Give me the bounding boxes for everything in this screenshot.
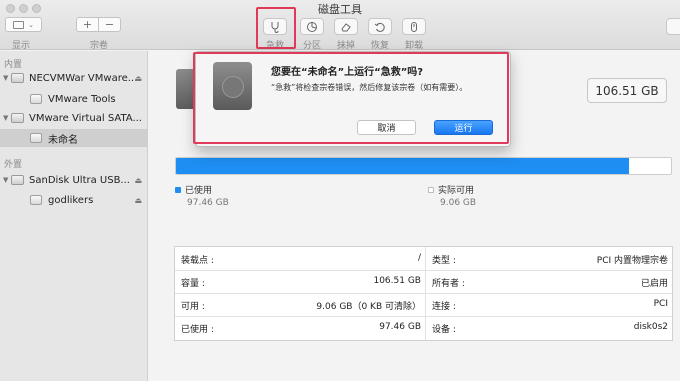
info-row-owners: 所有者 : 已启用: [426, 270, 672, 293]
unmount-icon: [411, 21, 417, 32]
disclosure-triangle-icon[interactable]: ▼: [3, 176, 11, 184]
usage-bar-used-fill: [176, 158, 629, 174]
display-toggle-button[interactable]: ⌄: [5, 17, 42, 32]
sidebar-item-label: VMware Tools: [48, 93, 116, 105]
available-legend: 实际可用: [428, 183, 474, 196]
window-title: 磁盘工具: [318, 3, 362, 16]
restore-icon: [374, 22, 385, 32]
available-legend-label: 实际可用: [438, 186, 475, 196]
info-value: /: [417, 253, 421, 263]
add-volume-button[interactable]: +: [76, 17, 99, 32]
info-key: 类型 :: [432, 256, 456, 266]
available-legend-value: 9.06 GB: [440, 198, 477, 208]
info-value: 9.06 GB（0 KB 可清除）: [316, 302, 421, 312]
used-legend-swatch: [175, 186, 181, 193]
info-key: 容量 :: [181, 279, 205, 289]
usage-bar: [175, 157, 672, 175]
eject-icon[interactable]: ⏏: [134, 74, 142, 83]
unmount-button[interactable]: [402, 18, 426, 35]
info-row-capacity: 容量 : 106.51 GB: [175, 270, 425, 293]
info-table: 装载点 : / 类型 : PCI 内置物理宗卷 容量 : 106.51 GB 所…: [174, 246, 673, 341]
sidebar-item-necvmwar-disk[interactable]: ▼ NECVMWar VMware... ⏏: [0, 69, 147, 87]
pie-chart-icon: [307, 21, 317, 32]
disk-icon: [11, 73, 24, 83]
dialog-message: “急救”将检查宗卷错误，然后修复该宗卷（如有需要）。: [271, 83, 468, 92]
sidebar-item-label: NECVMWar VMware...: [29, 72, 138, 84]
run-button[interactable]: 运行: [434, 120, 493, 135]
volume-icon: [30, 195, 42, 205]
info-value: 106.51 GB: [373, 276, 421, 286]
partition-label: 分区: [302, 41, 321, 51]
info-value: 97.46 GB: [379, 322, 421, 332]
eject-icon[interactable]: ⏏: [134, 196, 142, 205]
eject-icon[interactable]: ⏏: [134, 176, 142, 185]
capacity-box: 106.51 GB: [587, 78, 667, 103]
info-key: 已使用 :: [181, 325, 214, 335]
hard-drive-icon: [213, 62, 252, 110]
info-key: 设备 :: [432, 325, 456, 335]
available-legend-swatch: [428, 186, 434, 193]
used-legend: 已使用: [175, 183, 212, 196]
disk-icon: [11, 175, 24, 185]
info-button[interactable]: [666, 18, 680, 35]
used-legend-label: 已使用: [185, 186, 213, 196]
external-section-title: 外置: [4, 160, 23, 170]
info-row-type: 类型 : PCI 内置物理宗卷: [426, 247, 672, 270]
chevron-down-icon: ⌄: [28, 20, 34, 29]
sidebar-item-untitled[interactable]: 未命名: [0, 129, 147, 147]
erase-icon: [341, 22, 351, 31]
used-legend-value: 97.46 GB: [187, 198, 229, 208]
info-key: 所有者 :: [432, 279, 465, 289]
first-aid-highlight: [256, 7, 296, 49]
remove-volume-button[interactable]: −: [98, 17, 121, 32]
disclosure-triangle-icon[interactable]: ▼: [3, 114, 11, 122]
unmount-label: 卸载: [404, 41, 423, 51]
info-key: 装载点 :: [181, 256, 214, 266]
partition-button[interactable]: [300, 18, 324, 35]
info-row-device: 设备 : disk0s2: [426, 316, 672, 339]
sidebar-item-sandisk-disk[interactable]: ▼ SanDisk Ultra USB... ⏏: [0, 171, 147, 189]
info-row-available: 可用 : 9.06 GB（0 KB 可清除）: [175, 293, 425, 316]
sidebar-item-label: godlikers: [48, 194, 94, 206]
dialog-title: 您要在“未命名”上运行“急救”吗?: [271, 67, 424, 78]
sidebar-item-label: SanDisk Ultra USB...: [29, 174, 130, 186]
sidebar-item-label: VMware Virtual SATA...: [29, 112, 142, 124]
volume-icon: [30, 94, 42, 104]
info-value: 已启用: [640, 279, 668, 289]
info-key: 可用 :: [181, 302, 205, 312]
sidebar-item-vmware-sata-disk[interactable]: ▼ VMware Virtual SATA...: [0, 109, 147, 127]
info-value: PCI 内置物理宗卷: [596, 256, 668, 266]
disk-utility-window: 磁盘工具 ⌄ 显示 + − 宗卷 急救 分区 抹掉 恢复 卸载 内置 ▼ NEC…: [0, 0, 680, 381]
info-row-used: 已使用 : 97.46 GB: [175, 316, 425, 339]
volume-icon: [30, 133, 42, 143]
disk-icon: [11, 113, 24, 123]
disclosure-triangle-icon[interactable]: ▼: [3, 74, 11, 82]
erase-label: 抹掉: [336, 41, 355, 51]
erase-button[interactable]: [334, 18, 358, 35]
info-value: disk0s2: [633, 322, 668, 332]
cancel-button[interactable]: 取消: [357, 120, 416, 135]
info-value: PCI: [653, 299, 668, 309]
info-key: 连接 :: [432, 302, 456, 312]
restore-label: 恢复: [370, 41, 389, 51]
sidebar-item-label: 未命名: [48, 134, 78, 146]
volume-label: 宗卷: [89, 41, 108, 51]
info-row-connection: 连接 : PCI: [426, 293, 672, 316]
sidebar-item-vmware-tools[interactable]: VMware Tools: [0, 90, 147, 108]
display-label: 显示: [11, 41, 30, 51]
sidebar-item-godlikers[interactable]: godlikers ⏏: [0, 191, 147, 209]
first-aid-confirm-dialog: 您要在“未命名”上运行“急救”吗? “急救”将检查宗卷错误，然后修复该宗卷（如有…: [195, 51, 511, 147]
sidebar: 内置 ▼ NECVMWar VMware... ⏏ VMware Tools ▼…: [0, 51, 148, 381]
toolbar: 磁盘工具 ⌄ 显示 + − 宗卷 急救 分区 抹掉 恢复 卸载: [0, 0, 680, 51]
sidebar-icon: [13, 20, 25, 29]
info-row-mount-point: 装载点 : /: [175, 247, 425, 270]
restore-button[interactable]: [368, 18, 392, 35]
